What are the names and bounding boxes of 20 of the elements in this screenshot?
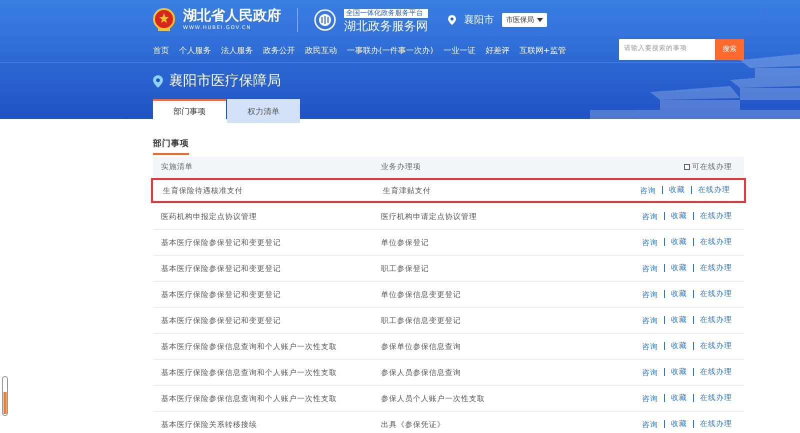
section-title: 部门事项 xyxy=(153,138,189,155)
caret-icon xyxy=(537,18,543,22)
gov-name: 湖北省人民政府 xyxy=(183,9,281,23)
nav-link[interactable]: 个人服务 xyxy=(179,45,211,57)
nav-link[interactable]: 互联网+监管 xyxy=(519,45,566,57)
emblem-icon xyxy=(153,8,175,32)
tab[interactable]: 权力清单 xyxy=(227,99,300,123)
platform-logo-icon xyxy=(314,9,336,31)
page-title: 襄阳市医疗保障局 xyxy=(169,72,281,90)
nav-link[interactable]: 政民互动 xyxy=(305,45,337,57)
nav-link[interactable]: 好差评 xyxy=(485,45,510,57)
nav-link[interactable]: 政务公开 xyxy=(263,45,295,57)
location-pin-icon xyxy=(448,15,456,25)
nav-link[interactable]: 首页 xyxy=(153,45,169,57)
nav-link[interactable]: 一事联办(一件事一次办) xyxy=(347,45,434,57)
nav-link[interactable]: 法人服务 xyxy=(221,45,253,57)
location-pin-icon xyxy=(153,74,163,88)
city-label[interactable]: 襄阳市 xyxy=(464,12,494,28)
platform-name: 湖北政务服务网 xyxy=(344,20,428,32)
nav-link[interactable]: 一业一证 xyxy=(443,45,476,57)
